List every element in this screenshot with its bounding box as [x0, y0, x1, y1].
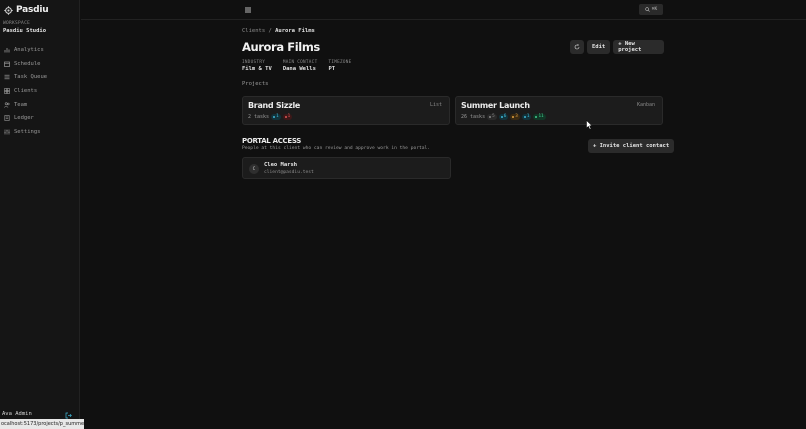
- new-project-button[interactable]: + New project: [613, 40, 665, 54]
- sidebar-item-analytics[interactable]: Analytics: [0, 43, 80, 57]
- pill-count: 6: [503, 114, 507, 119]
- workspace-label: WORKSPACE: [3, 21, 31, 26]
- meta-timezone: TIMEZONE PT: [328, 60, 351, 72]
- pill-count: 5: [492, 114, 495, 119]
- refresh-icon: [574, 44, 580, 50]
- meta-main-contact: MAIN CONTACT Dana Wells: [283, 60, 318, 72]
- brand[interactable]: Pasdiu: [4, 5, 49, 15]
- meta-industry: INDUSTRY Film & TV: [242, 60, 272, 72]
- sidebar-nav: Analytics Schedule Task Queue Clients Te…: [0, 43, 80, 139]
- projects-section-title: Projects: [242, 81, 269, 87]
- brand-name: Pasdiu: [16, 5, 49, 15]
- list-icon: [4, 75, 10, 80]
- search-icon: [645, 7, 650, 12]
- mouse-cursor-icon: [586, 120, 593, 130]
- grid-icon: [4, 88, 10, 94]
- calendar-icon: [4, 61, 10, 67]
- pill-count: 1: [526, 114, 530, 119]
- users-icon: [4, 101, 10, 108]
- app-window: Pasdiu WORKSPACE Pasdiu Studio Analytics…: [0, 0, 806, 429]
- meta-value: PT: [328, 66, 336, 72]
- status-pill: 1: [271, 114, 281, 120]
- sidebar-item-label: Analytics: [14, 46, 44, 53]
- sidebar-item-label: Task Queue: [14, 74, 48, 81]
- status-pill: 5: [487, 114, 497, 120]
- sliders-icon: [4, 129, 10, 135]
- project-name: Summer Launch: [461, 101, 530, 110]
- pill-count: 11: [538, 114, 544, 119]
- meta-value: Film & TV: [242, 66, 272, 72]
- ledger-icon: [4, 115, 10, 122]
- meta-label: MAIN CONTACT: [282, 60, 318, 65]
- user-name[interactable]: Ava Admin: [2, 411, 32, 417]
- project-view-type: Kanban: [636, 102, 655, 108]
- status-bar-url: ocalhost:5173/projects/p_summer: [0, 419, 84, 429]
- status-pill: 11: [533, 114, 546, 120]
- hamburger-menu-icon[interactable]: [244, 6, 252, 14]
- page-title: Aurora Films: [242, 40, 320, 54]
- sidebar-item-schedule[interactable]: Schedule: [0, 57, 80, 71]
- sidebar-item-label: Ledger: [14, 115, 34, 122]
- project-card-brand-sizzle[interactable]: Brand Sizzle List 2 tasks 1 1: [242, 96, 450, 125]
- client-meta: INDUSTRY Film & TV MAIN CONTACT Dana Wel…: [242, 60, 352, 72]
- sidebar: Pasdiu WORKSPACE Pasdiu Studio Analytics…: [0, 0, 80, 429]
- invite-client-contact-button[interactable]: + Invite client contact: [588, 139, 675, 153]
- contact-name: Cleo Marsh: [264, 162, 298, 168]
- sidebar-item-label: Schedule: [14, 60, 41, 67]
- sidebar-item-ledger[interactable]: Ledger: [0, 111, 80, 125]
- sidebar-item-settings[interactable]: Settings: [0, 125, 80, 139]
- sidebar-item-label: Settings: [14, 128, 41, 135]
- task-count: 2 tasks: [248, 114, 270, 120]
- meta-label: INDUSTRY: [242, 60, 266, 65]
- portal-access-description: People at this client who can review and…: [242, 146, 431, 151]
- pill-count: 1: [287, 114, 291, 119]
- status-pill: 1: [282, 114, 293, 120]
- sidebar-item-label: Team: [14, 101, 28, 108]
- edit-button[interactable]: Edit: [587, 40, 611, 54]
- project-card-summer-launch[interactable]: Summer Launch Kanban 26 tasks 5 6 3 1 11: [455, 96, 663, 125]
- sidebar-item-task-queue[interactable]: Task Queue: [0, 70, 80, 84]
- breadcrumb: Clients / Aurora Films: [242, 28, 315, 34]
- refresh-button[interactable]: [570, 40, 584, 54]
- status-pill: 6: [498, 114, 509, 120]
- gear-logo-icon: [4, 5, 13, 15]
- header-actions: Edit + New project: [570, 40, 665, 54]
- search-shortcut: ⌘K: [651, 7, 658, 12]
- portal-access-title: PORTAL ACCESS: [242, 137, 302, 145]
- status-pill: 1: [521, 114, 532, 120]
- logout-icon[interactable]: [65, 412, 72, 419]
- pill-count: 3: [515, 114, 518, 119]
- breadcrumb-current: Aurora Films: [275, 28, 315, 34]
- contact-card[interactable]: C Cleo Marsh client@pasdiu.test: [242, 157, 451, 179]
- sidebar-item-label: Clients: [14, 87, 38, 94]
- meta-label: TIMEZONE: [328, 60, 352, 65]
- pill-count: 1: [276, 114, 279, 119]
- avatar: C: [249, 164, 259, 174]
- search-button[interactable]: ⌘K: [639, 4, 663, 15]
- breadcrumb-separator: /: [268, 28, 272, 34]
- workspace-name[interactable]: Pasdiu Studio: [3, 28, 46, 34]
- status-pill: 3: [510, 114, 520, 120]
- top-bar: ⌘K: [81, 0, 806, 20]
- client-detail: Clients / Aurora Films Aurora Films Edit…: [81, 21, 806, 429]
- sidebar-item-team[interactable]: Team: [0, 98, 80, 112]
- project-task-summary: 26 tasks 5 6 3 1 11: [461, 114, 546, 120]
- bar-chart-icon: [4, 47, 10, 53]
- sidebar-item-clients[interactable]: Clients: [0, 84, 80, 98]
- project-name: Brand Sizzle: [248, 101, 301, 110]
- breadcrumb-parent[interactable]: Clients: [242, 28, 265, 34]
- task-count: 26 tasks: [461, 114, 486, 120]
- meta-value: Dana Wells: [282, 66, 316, 72]
- contact-email: client@pasdiu.test: [264, 170, 314, 175]
- project-task-summary: 2 tasks 1 1: [248, 114, 293, 120]
- project-view-type: List: [429, 102, 442, 108]
